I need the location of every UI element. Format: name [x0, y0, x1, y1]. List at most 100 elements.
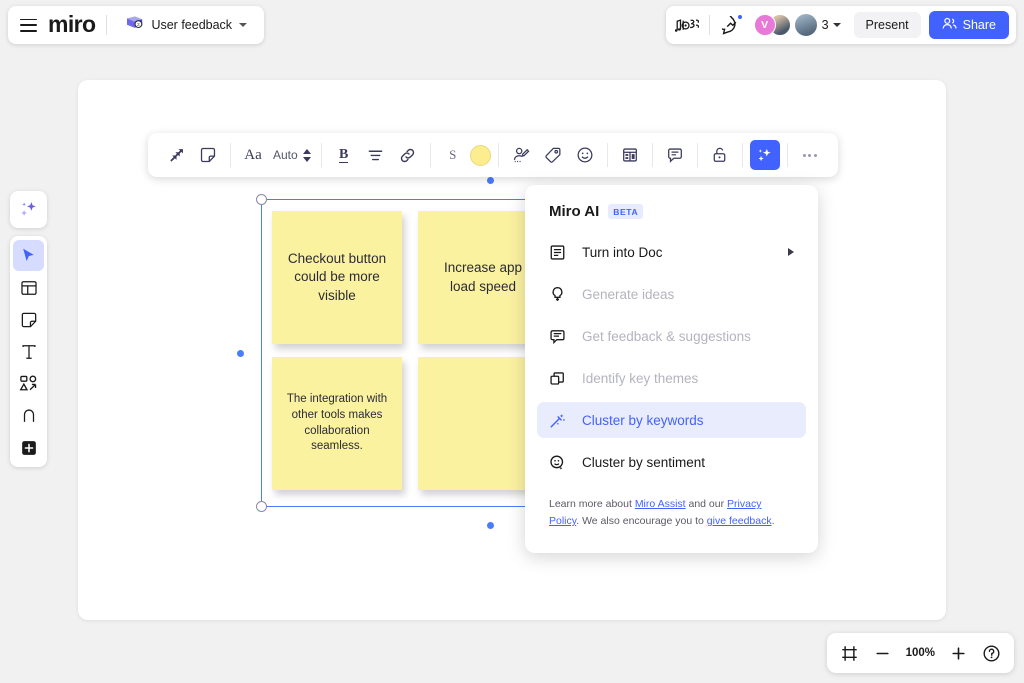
color-swatch[interactable] — [470, 145, 491, 166]
bold-button[interactable]: B — [329, 140, 359, 170]
avatar-stack[interactable]: V — [754, 14, 784, 36]
arrow-stack-icon[interactable] — [161, 140, 191, 170]
beta-badge: BETA — [608, 204, 643, 219]
unlock-icon[interactable] — [705, 140, 735, 170]
frame-icon[interactable] — [615, 140, 645, 170]
footer-text-3: . We also encourage you to — [576, 515, 707, 527]
give-feedback-link[interactable]: give feedback — [707, 515, 772, 527]
more-group — [788, 140, 832, 170]
ai-menu-item-cluster-by-sentiment[interactable]: Cluster by sentiment — [537, 444, 806, 480]
ai-menu-item-label: Cluster by sentiment — [582, 455, 794, 470]
ai-menu-item-label: Get feedback & suggestions — [582, 329, 794, 344]
present-button[interactable]: Present — [854, 12, 921, 38]
zoom-in-button[interactable] — [943, 638, 973, 668]
sidebar-item-select-tool[interactable] — [13, 240, 44, 271]
ai-menu-item-cluster-by-keywords[interactable]: Cluster by keywords — [537, 402, 806, 438]
stepper-icon[interactable] — [303, 149, 311, 162]
strikethrough-button[interactable]: S — [438, 140, 468, 170]
board-thumbnail-icon: 2 — [125, 15, 144, 35]
sidebar-item-shapes-tool[interactable] — [13, 368, 44, 399]
sidebar-item-pen-tool[interactable] — [13, 400, 44, 431]
board-name: User feedback — [151, 18, 232, 32]
comment-group — [653, 140, 697, 170]
collaborator-count: 3 — [822, 18, 829, 32]
resize-handle-bottom-left[interactable] — [256, 501, 267, 512]
ai-sparkle-icon[interactable] — [750, 140, 780, 170]
hamburger-icon[interactable] — [20, 19, 37, 32]
layers-icon — [549, 370, 566, 387]
help-circle-icon[interactable] — [976, 638, 1006, 668]
footer-text-2: and our — [686, 498, 727, 510]
chevron-down-icon — [239, 23, 247, 27]
ai-menu-list: Turn into Doc Generate ideas — [525, 226, 818, 480]
collaborators-dropdown[interactable]: 3 — [792, 11, 846, 39]
frame-group — [608, 140, 652, 170]
midpoint-handle-top[interactable] — [487, 177, 494, 184]
share-label: Share — [963, 18, 996, 32]
feedback-icon — [549, 328, 566, 345]
font-group: Aa Auto — [231, 140, 321, 170]
zoom-bar: 100% — [827, 633, 1014, 673]
ai-menu-item-generate-ideas[interactable]: Generate ideas — [537, 276, 806, 312]
ai-panel-footer: Learn more about Miro Assist and our Pri… — [525, 486, 818, 530]
ai-group — [743, 140, 787, 170]
ai-menu-item-label: Turn into Doc — [582, 245, 772, 260]
bold-label: B — [339, 147, 348, 163]
tag-icon[interactable] — [538, 140, 568, 170]
resize-handle-top-left[interactable] — [256, 194, 267, 205]
ai-sparkle-icon[interactable] — [10, 191, 47, 228]
zoom-level[interactable]: 100% — [901, 647, 940, 659]
link-icon[interactable] — [393, 140, 423, 170]
sticky-note[interactable]: Checkout button could be more visible — [272, 211, 402, 344]
assign-person-icon[interactable] — [506, 140, 536, 170]
miro-assist-link[interactable]: Miro Assist — [635, 498, 686, 510]
midpoint-handle-bottom[interactable] — [487, 522, 494, 529]
share-button[interactable]: Share — [929, 11, 1009, 39]
shape-group — [154, 140, 230, 170]
avatar — [794, 13, 818, 37]
board-selector[interactable]: 2 User feedback — [118, 10, 254, 40]
align-center-icon[interactable] — [361, 140, 391, 170]
footer-text-4: . — [772, 515, 775, 527]
strikethrough-label: S — [449, 147, 456, 163]
ai-menu-item-turn-into-doc[interactable]: Turn into Doc — [537, 234, 806, 270]
sidebar-item-templates-tool[interactable] — [13, 272, 44, 303]
sticky-note-icon[interactable] — [193, 140, 223, 170]
sidebar-item-more-apps-tool[interactable] — [13, 432, 44, 463]
sticky-note[interactable]: The integration with other tools makes c… — [272, 357, 402, 490]
sidebar-item-sticky-note-tool[interactable] — [13, 304, 44, 335]
chevron-right-icon — [788, 248, 794, 256]
font-size-selector[interactable]: Auto — [270, 148, 314, 162]
text-style-group: B — [322, 140, 430, 170]
ai-menu-item-label: Cluster by keywords — [582, 413, 794, 428]
divider — [106, 15, 107, 35]
ai-menu-item-label: Generate ideas — [582, 287, 794, 302]
ellipsis-icon[interactable] — [795, 140, 825, 170]
format-toolbar: Aa Auto B — [148, 133, 838, 177]
miro-logo[interactable]: miro — [48, 13, 95, 38]
left-toolbar — [10, 236, 47, 467]
comment-icon[interactable] — [660, 140, 690, 170]
font-size-value: Auto — [273, 148, 298, 162]
footer-text-1: Learn more about — [549, 498, 635, 510]
sidebar-item-text-tool[interactable] — [13, 336, 44, 367]
zoom-out-button[interactable] — [868, 638, 898, 668]
actions-group — [499, 140, 607, 170]
avatar: V — [754, 14, 776, 36]
fit-to-screen-icon[interactable] — [835, 638, 865, 668]
magic-wand-icon — [549, 412, 566, 429]
font-family-button[interactable]: Aa — [238, 140, 268, 170]
emoji-icon[interactable] — [570, 140, 600, 170]
miro-ai-panel: Miro AI BETA Turn into Doc — [525, 185, 818, 553]
music-notes-icon[interactable] — [673, 11, 701, 39]
sentiment-icon — [549, 454, 566, 471]
midpoint-handle-left[interactable] — [237, 350, 244, 357]
divider — [709, 15, 710, 35]
people-icon — [942, 17, 957, 33]
ai-menu-item-identify-key-themes[interactable]: Identify key themes — [537, 360, 806, 396]
font-label: Aa — [244, 147, 262, 164]
chat-bubble-icon[interactable] — [718, 11, 746, 39]
ai-menu-item-get-feedback-suggestions[interactable]: Get feedback & suggestions — [537, 318, 806, 354]
chevron-down-icon — [833, 23, 841, 27]
notification-dot — [737, 14, 743, 20]
